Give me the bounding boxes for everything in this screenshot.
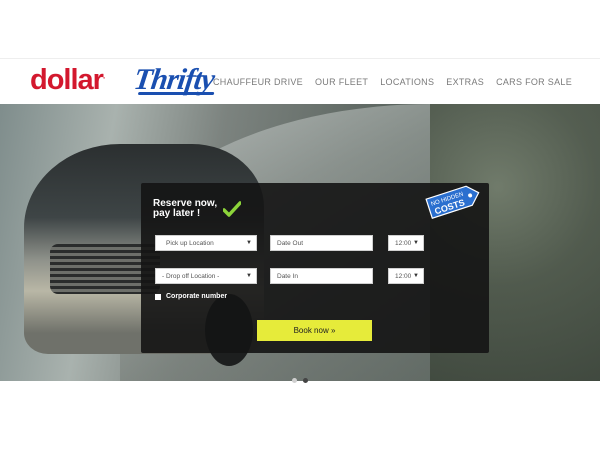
dropoff-location-select[interactable]: - Drop off Location - ▼ xyxy=(155,268,257,284)
chevron-down-icon: ▼ xyxy=(413,273,419,279)
dollar-logo-dot: . xyxy=(102,71,105,81)
booking-widget: Reserve now, pay later ! NO HIDDEN COSTS… xyxy=(141,183,489,353)
thrifty-logo-swoosh xyxy=(137,92,214,95)
nav-chauffeur-drive[interactable]: CHAUFFEUR DRIVE xyxy=(213,77,303,87)
booking-title-line2: pay later ! xyxy=(153,208,201,219)
nav-cars-for-sale[interactable]: CARS FOR SALE xyxy=(496,77,572,87)
main-nav: CHAUFFEUR DRIVE OUR FLEET LOCATIONS EXTR… xyxy=(213,77,572,87)
date-in-field[interactable]: Date In xyxy=(270,268,373,284)
nav-our-fleet[interactable]: OUR FLEET xyxy=(315,77,368,87)
time-out-value: 12:00 xyxy=(395,240,412,247)
date-in-placeholder: Date In xyxy=(277,273,298,280)
chevron-down-icon: ▼ xyxy=(246,240,252,246)
dropoff-location-value: - Drop off Location - xyxy=(162,273,220,280)
time-in-value: 12:00 xyxy=(395,273,412,280)
price-tag-icon: NO HIDDEN COSTS xyxy=(425,185,480,219)
book-now-button[interactable]: Book now » xyxy=(257,320,372,341)
corporate-number-label: Corporate number xyxy=(166,293,228,300)
nav-extras[interactable]: EXTRAS xyxy=(446,77,484,87)
carousel-dot-2[interactable] xyxy=(303,378,308,383)
dollar-logo-text: dollar xyxy=(30,64,104,96)
site-header: dollar. Thrifty CHAUFFEUR DRIVE OUR FLEE… xyxy=(0,58,600,104)
time-out-select[interactable]: 12:00 ▼ xyxy=(388,235,424,251)
nav-locations[interactable]: LOCATIONS xyxy=(380,77,434,87)
time-in-select[interactable]: 12:00 ▼ xyxy=(388,268,424,284)
check-icon xyxy=(223,201,241,217)
chevron-down-icon: ▼ xyxy=(413,240,419,246)
dollar-logo[interactable]: dollar. xyxy=(30,64,105,97)
chevron-down-icon: ▼ xyxy=(246,273,252,279)
carousel-dots xyxy=(292,378,308,383)
pickup-location-value: Pick up Location xyxy=(166,240,214,247)
date-out-placeholder: Date Out xyxy=(277,240,304,247)
corporate-number-option[interactable]: Corporate number xyxy=(155,293,227,300)
corporate-number-checkbox[interactable] xyxy=(155,293,161,300)
pickup-location-select[interactable]: Pick up Location ▼ xyxy=(155,235,257,251)
booking-title: Reserve now, pay later ! xyxy=(153,199,217,219)
date-out-field[interactable]: Date Out xyxy=(270,235,373,251)
thrifty-logo[interactable]: Thrifty xyxy=(132,63,216,97)
carousel-dot-1[interactable] xyxy=(292,378,297,383)
